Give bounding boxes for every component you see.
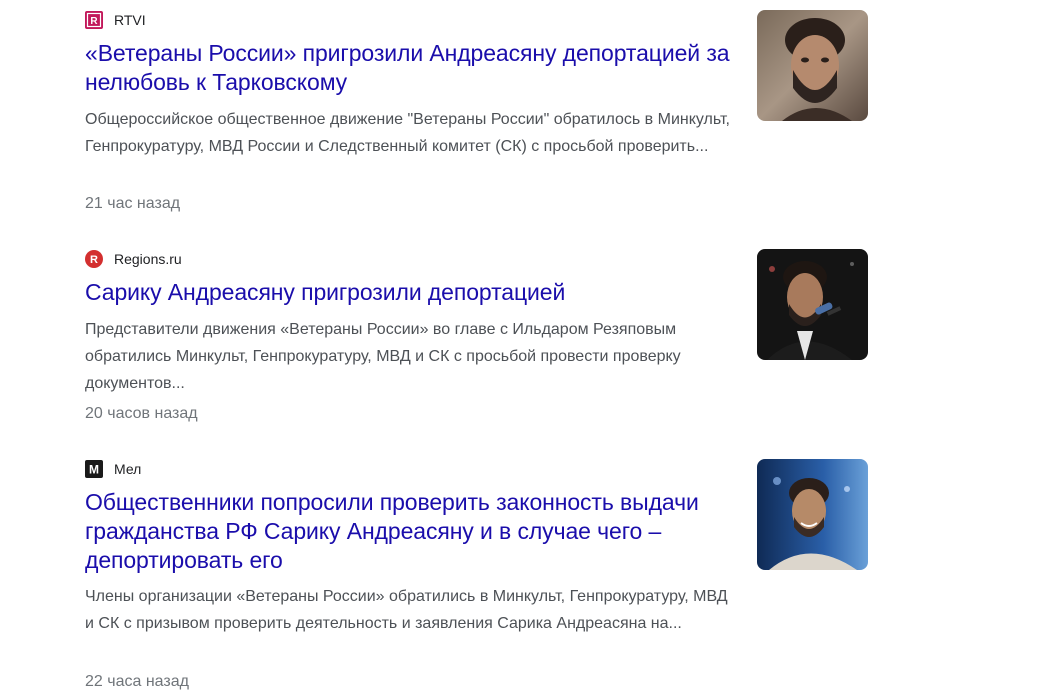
news-timestamp: 22 часа назад [85,673,189,690]
news-result-1: R RTVI «Ветераны России» пригрозили Андр… [85,10,875,212]
news-result-3: M Мел Общественники попросили проверить … [85,459,875,690]
news-headline-link[interactable]: Сарику Андреасяну пригрозили депортацией [85,278,740,307]
regions-logo-icon: R [85,250,103,268]
svg-text:M: M [89,463,99,477]
news-timestamp: 20 часов назад [85,405,198,422]
source-name: RTVI [114,12,146,28]
man-portrait-thumbnail[interactable] [757,10,868,121]
man-microphone-thumbnail[interactable] [757,249,868,360]
svg-text:R: R [90,16,98,27]
source-name: Мел [114,461,142,477]
news-snippet: Представители движения «Ветераны России»… [85,321,681,392]
news-headline-link[interactable]: «Ветераны России» пригрозили Андреасяну … [85,39,740,97]
news-timestamp: 21 час назад [85,195,181,212]
news-headline-link[interactable]: Общественники попросили проверить законн… [85,488,740,575]
source-name: Regions.ru [114,251,182,267]
svg-text:R: R [90,254,98,266]
rtvi-logo-icon: R [85,11,103,29]
news-result-2: R Regions.ru Сарику Андреасяну пригрозил… [85,249,875,422]
man-smiling-thumbnail[interactable] [757,459,868,570]
news-snippet: Общероссийское общественное движение "Ве… [85,111,730,155]
mel-logo-icon: M [85,460,103,478]
news-snippet: Члены организации «Ветераны России» обра… [85,588,728,632]
